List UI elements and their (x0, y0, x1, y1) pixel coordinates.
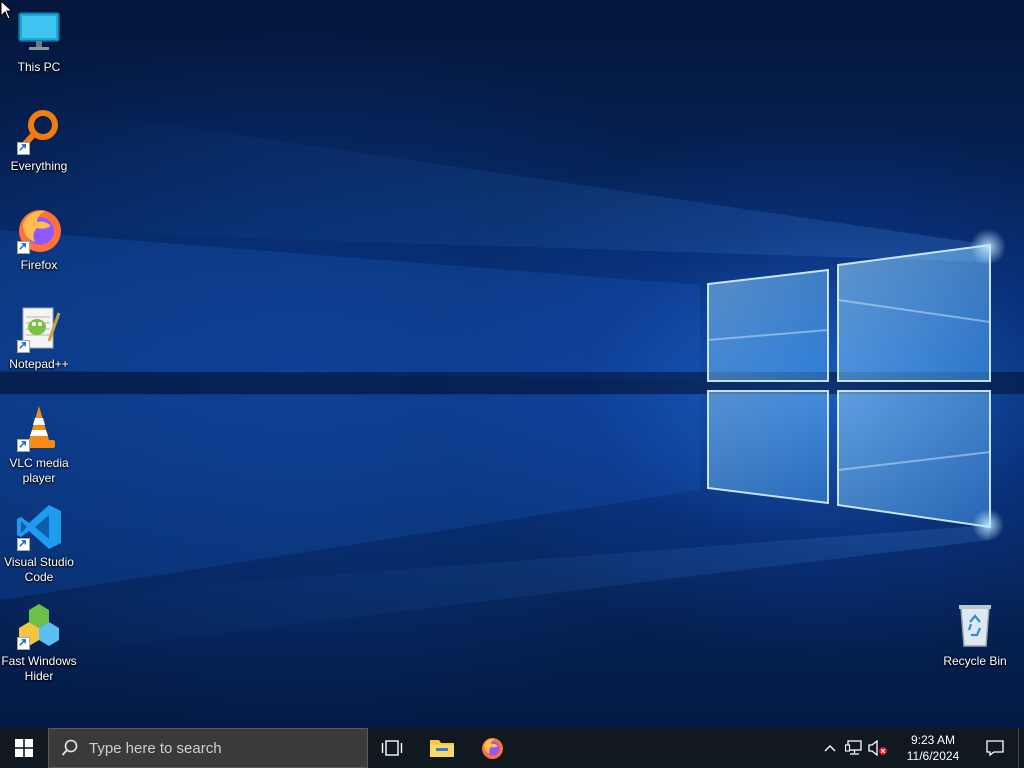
task-view-button[interactable] (368, 728, 416, 768)
start-button[interactable] (0, 728, 48, 768)
desktop-icon-label: VLC media player (9, 456, 69, 485)
firefox-icon (482, 738, 503, 759)
taskbar-search-box[interactable] (48, 728, 368, 768)
desktop-icon-label: Recycle Bin (943, 654, 1007, 668)
vscode-icon (15, 503, 63, 551)
monitor-icon (15, 8, 63, 56)
desktop-icon-notepad-plus-plus[interactable]: Notepad++ (1, 305, 77, 372)
desktop-icon-label: Fast Windows Hider (1, 654, 77, 683)
taskbar-firefox[interactable] (468, 728, 516, 768)
chevron-up-icon (824, 745, 836, 752)
clock-date: 11/6/2024 (906, 749, 960, 763)
system-tray: 9:23 AM 11/6/2024 (818, 728, 1024, 768)
shortcut-arrow-icon (17, 340, 30, 353)
desktop-icon-vlc[interactable]: VLC media player (1, 404, 77, 486)
taskbar-file-explorer[interactable] (418, 728, 466, 768)
action-center-button[interactable] (972, 728, 1018, 768)
taskbar: 9:23 AM 11/6/2024 (0, 728, 1024, 768)
desktop-icon-everything[interactable]: Everything (1, 107, 77, 174)
speaker-muted-icon (868, 740, 887, 756)
network-icon (845, 740, 862, 755)
clock[interactable]: 9:23 AM 11/6/2024 (894, 732, 972, 764)
folder-icon (430, 740, 454, 757)
desktop-icon-label: This PC (17, 60, 61, 74)
firefox-icon (15, 206, 63, 254)
shortcut-arrow-icon (17, 439, 30, 452)
desktop-icon-visual-studio-code[interactable]: Visual Studio Code (1, 503, 77, 585)
search-icon (61, 739, 78, 756)
notepad-plus-plus-icon (15, 305, 63, 353)
desktop-icon-label: Firefox (20, 258, 58, 272)
traffic-cone-icon (15, 404, 63, 452)
windows-logo-light-rays (0, 100, 1024, 660)
shortcut-arrow-icon (17, 637, 30, 650)
mouse-cursor-icon (0, 0, 14, 20)
recycle-bin-icon (951, 602, 999, 650)
volume-button[interactable] (866, 728, 890, 768)
shortcut-arrow-icon (17, 538, 30, 551)
desktop-icon-fast-windows-hider[interactable]: Fast Windows Hider (1, 602, 77, 684)
windows-logo-icon (15, 739, 33, 757)
desktop-wallpaper[interactable]: This PC Everything Firefox Notepad++ VLC… (0, 0, 1024, 728)
network-button[interactable] (842, 728, 866, 768)
search-input[interactable] (89, 739, 339, 757)
desktop-icon-recycle-bin[interactable]: Recycle Bin (937, 602, 1013, 669)
task-view-icon (381, 740, 403, 756)
desktop-icon-label: Everything (10, 159, 68, 173)
show-desktop-button[interactable] (1018, 728, 1024, 768)
clock-time: 9:23 AM (910, 733, 956, 747)
magnifier-ring-icon (15, 107, 63, 155)
cubes-icon (15, 602, 63, 650)
shortcut-arrow-icon (17, 142, 30, 155)
show-hidden-icons-button[interactable] (818, 728, 842, 768)
desktop-icon-label: Notepad++ (9, 357, 69, 371)
shortcut-arrow-icon (17, 241, 30, 254)
notification-icon (986, 740, 1004, 756)
desktop-icon-firefox[interactable]: Firefox (1, 206, 77, 273)
desktop-icon-label: Visual Studio Code (4, 555, 74, 584)
